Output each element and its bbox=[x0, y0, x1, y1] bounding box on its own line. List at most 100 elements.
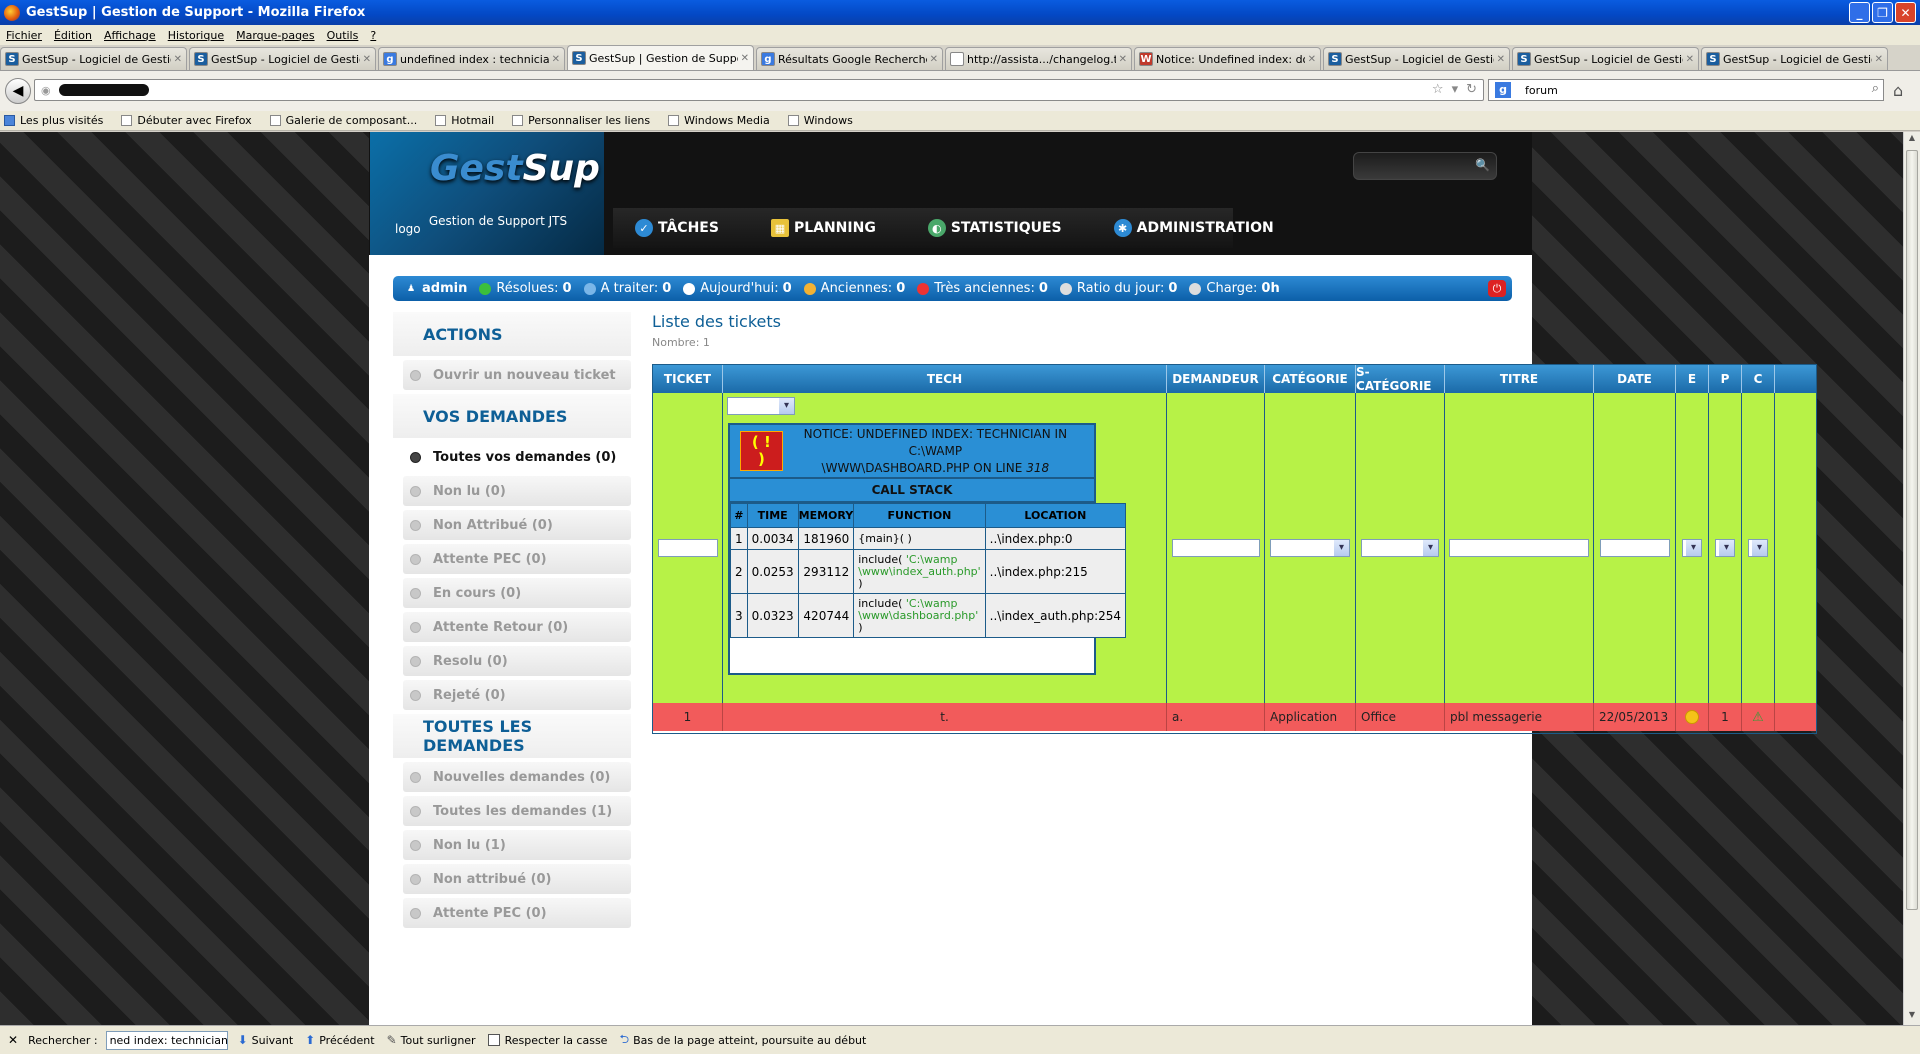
etat-filter-select[interactable] bbox=[1682, 539, 1702, 557]
url-bar[interactable]: ◉ ☆ ▾ ↻ bbox=[34, 79, 1484, 101]
sidebar-item[interactable]: Resolu (0) bbox=[403, 646, 631, 676]
column-header[interactable]: E bbox=[1676, 365, 1709, 393]
tab[interactable]: S GestSup - Logiciel de Gestio... ✕ bbox=[1701, 47, 1888, 70]
home-icon[interactable]: ⌂ bbox=[1893, 81, 1903, 100]
bookmark-item[interactable]: Windows bbox=[784, 114, 853, 127]
maximize-button[interactable]: ❐ bbox=[1872, 2, 1893, 23]
bookmark-item[interactable]: Galerie de composant... bbox=[266, 114, 417, 127]
tab-close-icon[interactable]: ✕ bbox=[741, 53, 749, 64]
bookmark-item[interactable]: Débuter avec Firefox bbox=[117, 114, 252, 127]
table-row[interactable]: 1 t. a. Application Office pbl messagerie 22/0… bbox=[653, 703, 1816, 731]
column-header[interactable]: TITRE bbox=[1445, 365, 1594, 393]
scroll-thumb[interactable] bbox=[1906, 150, 1918, 910]
vertical-scrollbar[interactable]: ▲ ▼ bbox=[1903, 132, 1920, 1025]
tab-close-icon[interactable]: ✕ bbox=[930, 54, 938, 65]
status-item[interactable]: Ratio du jour: 0 bbox=[1058, 281, 1177, 296]
bookmark-item[interactable]: Windows Media bbox=[664, 114, 770, 127]
status-item[interactable]: Charge: 0h bbox=[1187, 281, 1280, 296]
bookmark-item[interactable]: Hotmail bbox=[431, 114, 494, 127]
back-arrow-icon[interactable]: ◀ bbox=[5, 78, 31, 104]
sidebar-item[interactable]: En cours (0) bbox=[403, 578, 631, 608]
tab-close-icon[interactable]: ✕ bbox=[174, 54, 182, 65]
status-item[interactable]: Anciennes: 0 bbox=[802, 281, 905, 296]
priorite-filter-select[interactable] bbox=[1715, 539, 1735, 557]
column-header[interactable]: CATÉGORIE bbox=[1265, 365, 1356, 393]
column-header[interactable]: TICKET bbox=[653, 365, 723, 393]
tab-close-icon[interactable]: ✕ bbox=[1119, 54, 1127, 65]
tab-close-icon[interactable]: ✕ bbox=[1875, 54, 1883, 65]
bookmark-star-icon[interactable]: ☆ bbox=[1432, 82, 1444, 97]
search-bar[interactable]: g forum ⌕ bbox=[1488, 79, 1884, 101]
reload-icon[interactable]: ↻ bbox=[1466, 82, 1477, 97]
menu-historique[interactable]: Historique bbox=[162, 29, 230, 42]
find-previous-button[interactable]: ⬆ Précédent bbox=[305, 1033, 374, 1047]
user-name[interactable]: ♟ admin bbox=[403, 281, 467, 296]
sidebar-item[interactable]: Ouvrir un nouveau ticket bbox=[403, 360, 631, 390]
tab-active[interactable]: S GestSup | Gestion de Support ✕ bbox=[567, 45, 754, 70]
sidebar-item[interactable]: Toutes les demandes (1) bbox=[403, 796, 631, 826]
menu-affichage[interactable]: Affichage bbox=[98, 29, 162, 42]
column-header[interactable]: TECH bbox=[723, 365, 1167, 393]
menu-outils[interactable]: Outils bbox=[321, 29, 365, 42]
tab-close-icon[interactable]: ✕ bbox=[1497, 54, 1505, 65]
google-icon[interactable]: g bbox=[1495, 82, 1511, 98]
nav-planning[interactable]: ▦ PLANNING bbox=[770, 219, 876, 237]
site-search-input[interactable]: 🔍 bbox=[1353, 152, 1497, 180]
scroll-down-icon[interactable]: ▼ bbox=[1906, 1010, 1918, 1024]
titre-filter-input[interactable] bbox=[1449, 539, 1589, 557]
sidebar-item[interactable]: Toutes vos demandes (0) bbox=[403, 442, 631, 472]
categorie-filter-select[interactable] bbox=[1270, 539, 1350, 557]
logout-power-icon[interactable]: ⏻ bbox=[1488, 280, 1506, 297]
logo-area[interactable]: GestSup logo Gestion de Support JTS bbox=[370, 132, 604, 255]
bookmark-item[interactable]: Personnaliser les liens bbox=[508, 114, 650, 127]
tab-close-icon[interactable]: ✕ bbox=[1686, 54, 1694, 65]
tab[interactable]: S GestSup - Logiciel de Gestio... ✕ bbox=[0, 47, 187, 70]
column-header[interactable]: DATE bbox=[1594, 365, 1676, 393]
demandeur-filter-input[interactable] bbox=[1171, 539, 1260, 557]
tab[interactable]: S GestSup - Logiciel de Gestio... ✕ bbox=[1512, 47, 1699, 70]
sidebar-item[interactable]: Non Attribué (0) bbox=[403, 510, 631, 540]
status-item[interactable]: Très anciennes: 0 bbox=[915, 281, 1048, 296]
match-case-checkbox[interactable]: Respecter la casse bbox=[487, 1034, 607, 1047]
nav-tâches[interactable]: ✓ TÂCHES bbox=[635, 219, 719, 237]
nav-statistiques[interactable]: ◐ STATISTIQUES bbox=[927, 219, 1062, 237]
minimize-button[interactable]: _ bbox=[1849, 2, 1870, 23]
column-header[interactable]: C bbox=[1742, 365, 1775, 393]
tab[interactable]: S GestSup - Logiciel de Gestio... ✕ bbox=[1323, 47, 1510, 70]
sidebar-item[interactable]: Attente PEC (0) bbox=[403, 898, 631, 928]
bookmark-item[interactable]: Les plus visités bbox=[0, 114, 103, 127]
sidebar-item[interactable]: Attente Retour (0) bbox=[403, 612, 631, 642]
tab[interactable]: W Notice: Undefined index: do... ✕ bbox=[1134, 47, 1321, 70]
site-identity-icon[interactable]: ◉ bbox=[41, 84, 51, 97]
menu-aide[interactable]: ? bbox=[364, 29, 382, 42]
status-item[interactable]: Aujourd'hui: 0 bbox=[681, 281, 792, 296]
scroll-up-icon[interactable]: ▲ bbox=[1906, 133, 1918, 147]
magnifier-icon[interactable]: ⌕ bbox=[1872, 81, 1879, 96]
search-input[interactable]: forum bbox=[1525, 84, 1558, 97]
close-window-button[interactable]: ✕ bbox=[1895, 2, 1916, 23]
menu-edition[interactable]: Édition bbox=[48, 29, 98, 42]
tab[interactable]: g Résultats Google Recherche... ✕ bbox=[756, 47, 943, 70]
scategorie-filter-select[interactable] bbox=[1361, 539, 1439, 557]
tech-filter-select[interactable] bbox=[727, 397, 795, 415]
status-item[interactable]: Résolues: 0 bbox=[477, 281, 572, 296]
highlight-all-button[interactable]: ✎ Tout surligner bbox=[387, 1033, 476, 1047]
sidebar-item[interactable]: Non attribué (0) bbox=[403, 864, 631, 894]
criticite-filter-select[interactable] bbox=[1748, 539, 1768, 557]
sidebar-item[interactable]: Non lu (0) bbox=[403, 476, 631, 506]
tab[interactable]: http://assista.../changelog.txt ✕ bbox=[945, 47, 1132, 70]
close-find-icon[interactable]: ✕ bbox=[8, 1033, 18, 1047]
status-item[interactable]: A traiter: 0 bbox=[582, 281, 671, 296]
tab[interactable]: S GestSup - Logiciel de Gestio... ✕ bbox=[189, 47, 376, 70]
history-dropdown-icon[interactable]: ▾ bbox=[1452, 82, 1459, 97]
sidebar-item[interactable]: Attente PEC (0) bbox=[403, 544, 631, 574]
date-filter-input[interactable] bbox=[1599, 539, 1670, 557]
menu-fichier[interactable]: Fichier bbox=[0, 29, 48, 42]
tab-close-icon[interactable]: ✕ bbox=[363, 54, 371, 65]
column-header[interactable]: S-CATÉGORIE bbox=[1356, 365, 1445, 393]
search-icon[interactable]: 🔍 bbox=[1475, 158, 1490, 172]
tab-close-icon[interactable]: ✕ bbox=[552, 54, 560, 65]
column-header[interactable]: P bbox=[1709, 365, 1742, 393]
sidebar-item[interactable]: Rejeté (0) bbox=[403, 680, 631, 710]
ticket-filter-input[interactable] bbox=[657, 539, 718, 557]
